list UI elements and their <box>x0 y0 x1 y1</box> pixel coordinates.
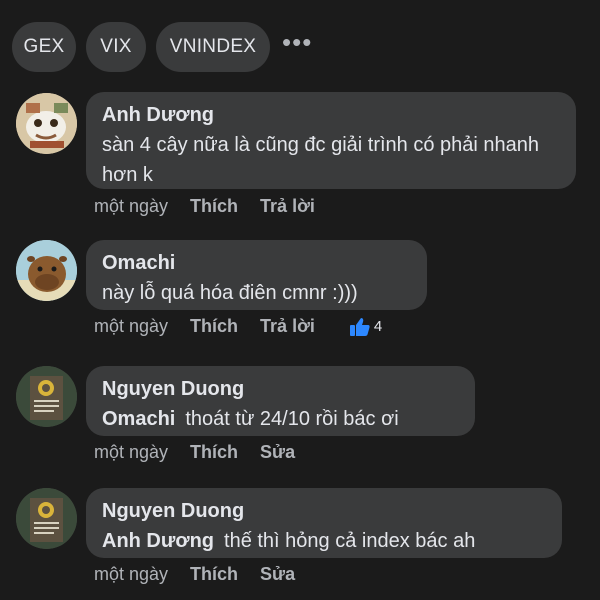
avatar[interactable] <box>16 93 77 154</box>
avatar[interactable] <box>16 240 77 301</box>
comment-time[interactable]: một ngày <box>94 442 168 463</box>
tag-gex[interactable]: GEX <box>12 22 76 72</box>
edit-button[interactable]: Sửa <box>260 564 295 585</box>
edit-button[interactable]: Sửa <box>260 442 295 463</box>
avatar-image-icon <box>16 93 77 154</box>
comment-actions: một ngày Thích Trả lời 4 <box>94 316 382 337</box>
like-button[interactable]: Thích <box>190 316 238 337</box>
like-button[interactable]: Thích <box>190 564 238 585</box>
like-button[interactable]: Thích <box>190 196 238 217</box>
comment-time[interactable]: một ngày <box>94 196 168 217</box>
mention-tag[interactable]: Omachi <box>102 408 175 430</box>
comment-text: thoát từ 24/10 rồi bác ơi <box>185 408 399 430</box>
comment-text: này lỗ quá hóa điên cmnr :))) <box>102 282 358 304</box>
reply-button[interactable]: Trả lời <box>260 316 315 337</box>
reaction-count: 4 <box>373 318 383 335</box>
comment-text: sàn 4 cây nữa là cũng đc giải trình có p… <box>102 134 540 186</box>
comment-bubble: Anh Dương sàn 4 cây nữa là cũng đc giải … <box>86 92 576 189</box>
document-avatar-icon <box>16 488 77 549</box>
comment-text: thế thì hỏng cả index bác ah <box>224 530 476 552</box>
comment-actions: một ngày Thích Sửa <box>94 564 295 585</box>
comment-time[interactable]: một ngày <box>94 564 168 585</box>
thumbs-up-icon <box>349 317 370 336</box>
comment-author[interactable]: Anh Dương <box>102 102 560 128</box>
comment-actions: một ngày Thích Trả lời <box>94 196 315 217</box>
reaction-summary[interactable]: 4 <box>349 317 382 337</box>
mention-tag[interactable]: Anh Dương <box>102 530 214 552</box>
comment-author[interactable]: Omachi <box>102 250 411 276</box>
avatar[interactable] <box>16 366 77 427</box>
tag-vix[interactable]: VIX <box>86 22 146 72</box>
tag-vnindex[interactable]: VNINDEX <box>156 22 270 72</box>
comment-bubble: Omachi này lỗ quá hóa điên cmnr :))) <box>86 240 427 310</box>
avatar[interactable] <box>16 488 77 549</box>
comment-author[interactable]: Nguyen Duong <box>102 376 459 402</box>
reply-button[interactable]: Trả lời <box>260 196 315 217</box>
comment-actions: một ngày Thích Sửa <box>94 442 295 463</box>
capybara-avatar-icon <box>16 240 77 301</box>
like-button[interactable]: Thích <box>190 442 238 463</box>
comment-author[interactable]: Nguyen Duong <box>102 498 546 524</box>
comment-text-row: Anh Dương thế thì hỏng cả index bác ah <box>102 526 546 556</box>
more-options-icon[interactable]: ••• <box>282 29 312 65</box>
document-avatar-icon <box>16 366 77 427</box>
comment-bubble: Nguyen Duong Omachi thoát từ 24/10 rồi bá… <box>86 366 475 436</box>
tag-bar: GEX VIX VNINDEX ••• <box>12 22 312 72</box>
comment-text-row: Omachi thoát từ 24/10 rồi bác ơi <box>102 404 459 434</box>
comment-time[interactable]: một ngày <box>94 316 168 337</box>
comment-bubble: Nguyen Duong Anh Dương thế thì hỏng cả in… <box>86 488 562 558</box>
